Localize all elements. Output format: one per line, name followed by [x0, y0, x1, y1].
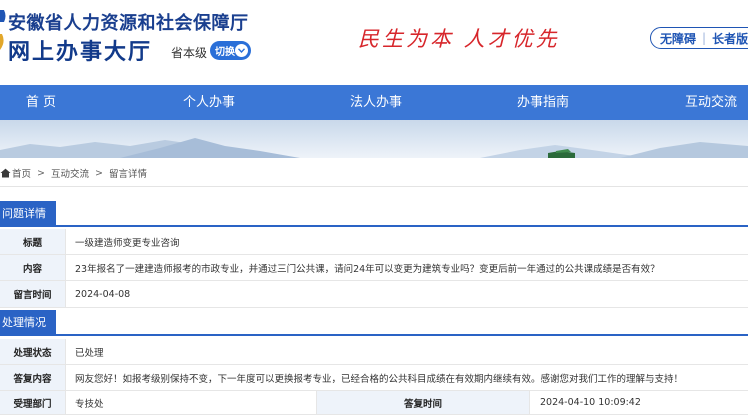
status-label: 处理状态 [0, 339, 66, 364]
main-nav: 首 页 个人办事 法人办事 办事指南 互动交流 [0, 85, 748, 120]
elder-mode-link[interactable]: 长者版 [712, 30, 748, 47]
nav-service-guide[interactable]: 办事指南 [512, 85, 574, 120]
question-section-title: 问题详情 [0, 201, 56, 227]
accessibility-link[interactable]: 无障碍 [660, 30, 696, 47]
home-icon [0, 168, 11, 178]
title-value: 一级建造师变更专业咨询 [75, 237, 180, 249]
content-label: 内容 [0, 255, 66, 280]
toolbar-divider: | [702, 31, 707, 45]
question-time-row: 留言时间 2024-04-08 [0, 281, 748, 308]
site-header: 安徽省人力资源和社会保障厅 网上办事大厅 省本级 切换 民生为本 人才优先 无障… [0, 0, 748, 85]
nav-interaction[interactable]: 互动交流 [680, 85, 742, 120]
reply-time-value: 2024-04-10 10:09:42 [540, 397, 641, 408]
region-switch-label: 切换 [215, 47, 235, 58]
content-value: 23年报名了一建建造师报考的市政专业，并通过三门公共课，请问24年可以变更为建筑… [75, 263, 660, 275]
reply-value: 网友您好！如报考级别保持不变，下一年度可以更换报考专业，已经合格的公共科目成绩在… [75, 373, 684, 385]
breadcrumb-divider [0, 186, 748, 187]
question-title-row: 标题 一级建造师变更专业咨询 [0, 229, 748, 255]
region-switch-button[interactable]: 切换 [210, 41, 251, 60]
breadcrumb-current: 留言详情 [108, 169, 147, 180]
chevron-down-icon [235, 44, 248, 57]
department-value: 专技处 [75, 398, 104, 410]
decorative-banner [0, 120, 748, 158]
question-content-row: 内容 23年报名了一建建造师报考的市政专业，并通过三门公共课，请问24年可以变更… [0, 255, 748, 281]
handling-section-title: 处理情况 [0, 310, 56, 336]
reply-label: 答复内容 [0, 365, 66, 390]
breadcrumb-separator: > [95, 167, 103, 179]
handling-section-header: 处理情况 [0, 310, 748, 336]
question-section-header: 问题详情 [0, 201, 748, 227]
breadcrumb-interaction[interactable]: 互动交流 [51, 166, 89, 180]
breadcrumb-separator: > [37, 167, 45, 179]
department-name: 安徽省人力资源和社会保障厅 [8, 13, 249, 34]
status-row: 处理状态 已处理 [0, 339, 748, 365]
slogan: 民生为本 人才优先 [358, 27, 560, 51]
nav-personal-services[interactable]: 个人办事 [178, 85, 240, 120]
site-title: 网上办事大厅 [8, 40, 153, 65]
title-label: 标题 [0, 229, 66, 254]
reply-time-label: 答复时间 [316, 391, 530, 414]
status-value: 已处理 [75, 347, 104, 359]
region-level-label: 省本级 [171, 46, 208, 60]
breadcrumb-home[interactable]: 首页 [12, 166, 31, 180]
nav-home[interactable]: 首 页 [10, 85, 72, 120]
landscape-banner-image [0, 138, 748, 158]
department-label: 受理部门 [0, 391, 66, 414]
accessibility-toolbar: 无障碍 | 长者版 [650, 27, 748, 49]
breadcrumb: 首页 > 互动交流 > 留言详情 [0, 163, 147, 183]
reply-content-row: 答复内容 网友您好！如报考级别保持不变，下一年度可以更换报考专业，已经合格的公共… [0, 365, 748, 391]
nav-corporate-services[interactable]: 法人办事 [345, 85, 407, 120]
message-time-label: 留言时间 [0, 281, 66, 307]
dept-time-row: 受理部门 专技处 答复时间 2024-04-10 10:09:42 [0, 391, 748, 415]
message-time-value: 2024-04-08 [75, 288, 131, 300]
department-logo-icon [0, 10, 6, 50]
